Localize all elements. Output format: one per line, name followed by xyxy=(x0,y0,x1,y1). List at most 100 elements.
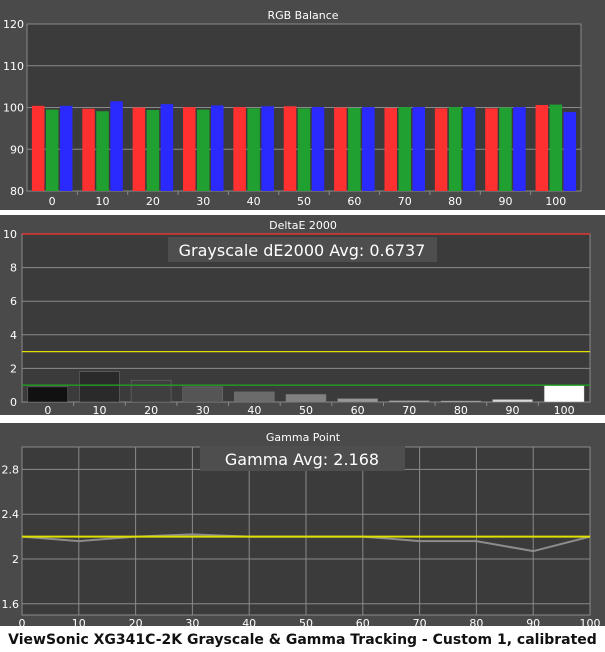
bar-red-40 xyxy=(233,107,246,191)
bar-red-0 xyxy=(31,105,45,191)
x-tick-label-40: 40 xyxy=(242,617,256,628)
bar-green-30 xyxy=(197,109,210,191)
bar-deltae-100 xyxy=(543,384,585,403)
y-tick-label-1.6: 1.6 xyxy=(2,598,20,611)
bar-red-10 xyxy=(82,108,95,191)
y-tick-label-0: 0 xyxy=(10,396,17,409)
charts-figure: RGB Balance80901001101200 10 20 30 40 50 60 70 8… xyxy=(0,0,605,628)
y-tick-label-120: 120 xyxy=(3,18,24,31)
x-tick-label-10: 10 xyxy=(96,195,110,208)
bar-deltae-0 xyxy=(27,386,69,403)
bar-blue-100 xyxy=(563,112,577,191)
chart-title-deltae-2000: DeltaE 2000 xyxy=(269,219,337,232)
y-tick-label-90: 90 xyxy=(10,143,24,156)
x-tick-label-80: 80 xyxy=(469,617,483,628)
bar-green-100 xyxy=(549,104,563,191)
x-tick-label-90: 90 xyxy=(506,404,520,417)
y-tick-label-2.4: 2.4 xyxy=(2,508,20,521)
bar-green-60 xyxy=(348,107,361,191)
x-tick-label-100: 100 xyxy=(554,404,575,417)
bar-blue-80 xyxy=(462,107,476,191)
bar-blue-0 xyxy=(59,105,73,191)
x-tick-label-70: 70 xyxy=(413,617,427,628)
x-tick-label-60: 60 xyxy=(347,195,361,208)
x-tick-label-60: 60 xyxy=(351,404,365,417)
x-tick-label-80: 80 xyxy=(448,195,462,208)
bar-deltae-40 xyxy=(234,391,275,403)
x-tick-label-0: 0 xyxy=(49,195,56,208)
x-tick-label-70: 70 xyxy=(402,404,416,417)
bar-blue-20 xyxy=(160,104,174,191)
annotation-gamma-average: Gamma Avg: 2.168 xyxy=(225,450,379,469)
bar-green-70 xyxy=(398,107,411,191)
y-tick-label-80: 80 xyxy=(10,185,24,198)
bar-blue-40 xyxy=(261,106,274,191)
y-tick-label-110: 110 xyxy=(3,60,24,73)
x-tick-label-50: 50 xyxy=(299,404,313,417)
bar-deltae-80 xyxy=(440,400,482,403)
bar-deltae-20 xyxy=(130,379,172,403)
x-tick-label-40: 40 xyxy=(247,404,261,417)
bar-green-40 xyxy=(247,108,260,191)
x-tick-label-90: 90 xyxy=(498,195,512,208)
x-tick-label-20: 20 xyxy=(129,617,143,628)
y-tick-label-2: 2 xyxy=(12,553,19,566)
bar-deltae-50 xyxy=(285,394,327,403)
x-tick-label-100: 100 xyxy=(545,195,566,208)
figure-caption: ViewSonic XG341C-2K Grayscale & Gamma Tr… xyxy=(8,632,597,648)
x-tick-label-40: 40 xyxy=(247,195,261,208)
bar-red-70 xyxy=(384,107,397,191)
chart-title-rgb-balance: RGB Balance xyxy=(267,9,338,22)
y-tick-label-2.8: 2.8 xyxy=(2,463,20,476)
bar-red-100 xyxy=(535,104,549,191)
x-tick-label-0: 0 xyxy=(44,404,51,417)
y-tick-label-2: 2 xyxy=(10,362,17,375)
bar-deltae-10 xyxy=(79,371,120,403)
bar-blue-60 xyxy=(362,107,375,191)
chart-title-gamma-point: Gamma Point xyxy=(266,431,341,444)
bar-blue-70 xyxy=(412,107,425,191)
bar-red-50 xyxy=(283,106,297,191)
x-tick-label-20: 20 xyxy=(146,195,160,208)
bar-blue-10 xyxy=(110,101,123,191)
bar-red-90 xyxy=(485,108,498,191)
bar-green-50 xyxy=(297,108,311,191)
bar-green-10 xyxy=(96,111,109,191)
x-tick-label-30: 30 xyxy=(196,195,210,208)
y-tick-label-8: 8 xyxy=(10,262,17,275)
bar-green-0 xyxy=(45,109,59,191)
y-tick-label-10: 10 xyxy=(3,228,17,241)
bar-green-90 xyxy=(499,107,512,191)
x-tick-label-10: 10 xyxy=(92,404,106,417)
x-tick-label-70: 70 xyxy=(398,195,412,208)
bar-deltae-70 xyxy=(389,400,430,403)
x-tick-label-30: 30 xyxy=(185,617,199,628)
x-tick-label-50: 50 xyxy=(297,195,311,208)
x-tick-label-0: 0 xyxy=(19,617,26,628)
annotation-deltae-average: Grayscale dE2000 Avg: 0.6737 xyxy=(179,241,426,260)
bar-deltae-90 xyxy=(492,399,533,403)
bar-green-20 xyxy=(146,110,160,191)
bar-blue-30 xyxy=(211,105,224,191)
y-tick-label-6: 6 xyxy=(10,295,17,308)
x-tick-label-20: 20 xyxy=(144,404,158,417)
page: RGB Balance 80 90 100 110 120 0 10 20 30 40 50 60 70 8… xyxy=(0,0,605,652)
bar-red-80 xyxy=(434,108,448,191)
bar-red-60 xyxy=(334,107,347,191)
bar-green-80 xyxy=(448,107,462,191)
x-tick-label-60: 60 xyxy=(356,617,370,628)
bar-blue-90 xyxy=(513,107,526,191)
x-tick-label-30: 30 xyxy=(196,404,210,417)
bar-deltae-30 xyxy=(182,386,223,403)
bar-red-30 xyxy=(183,107,196,191)
x-tick-label-50: 50 xyxy=(299,617,313,628)
bar-red-20 xyxy=(132,107,146,191)
x-tick-label-90: 90 xyxy=(526,617,540,628)
y-tick-label-4: 4 xyxy=(10,329,17,342)
x-tick-label-10: 10 xyxy=(72,617,86,628)
y-tick-label-100: 100 xyxy=(3,102,24,115)
bar-deltae-60 xyxy=(337,398,378,403)
bar-blue-50 xyxy=(311,107,325,191)
x-tick-label-100: 100 xyxy=(580,617,601,628)
x-tick-label-80: 80 xyxy=(454,404,468,417)
